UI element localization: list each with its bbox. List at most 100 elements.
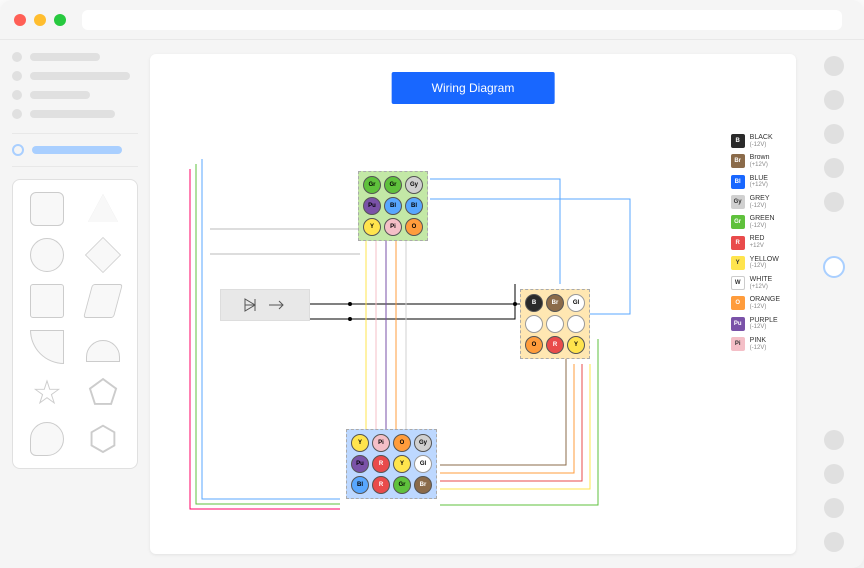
connector-pin[interactable]: Gl — [414, 455, 432, 473]
nav-item-selected[interactable] — [12, 133, 138, 167]
tool-button[interactable] — [824, 498, 844, 518]
shape-rounded-rect[interactable] — [30, 192, 64, 226]
connector-pin[interactable]: Y — [363, 218, 381, 236]
main-canvas-area: Wiring Diagram — [150, 40, 804, 568]
connector-pin[interactable]: Bl — [351, 476, 369, 494]
left-sidebar — [0, 40, 150, 568]
connector-pin[interactable]: B — [525, 294, 543, 312]
connector-pin[interactable]: Y — [351, 434, 369, 452]
content: Wiring Diagram — [0, 40, 864, 568]
diode-icon — [243, 296, 261, 314]
shape-pentagon[interactable] — [86, 376, 120, 410]
connector-pin[interactable]: R — [372, 476, 390, 494]
connector-pin[interactable]: Bl — [405, 197, 423, 215]
legend-swatch: Br — [731, 154, 745, 168]
shape-star[interactable] — [30, 376, 64, 410]
connector-pin[interactable]: Gy — [414, 434, 432, 452]
tool-button[interactable] — [824, 124, 844, 144]
connector-pin[interactable] — [525, 315, 543, 333]
nav-list — [12, 52, 138, 119]
connector-pin[interactable]: Br — [414, 476, 432, 494]
connector-pin[interactable]: Gr — [363, 176, 381, 194]
legend-row: Gy GREY(-12V) — [731, 195, 780, 209]
tool-button[interactable] — [824, 90, 844, 110]
connector-pin[interactable] — [567, 315, 585, 333]
connector-pin[interactable]: Pi — [384, 218, 402, 236]
arrow-icon — [269, 299, 287, 311]
legend-row: RRED+12V — [731, 235, 780, 249]
shape-diamond[interactable] — [85, 237, 121, 273]
connector-pin[interactable]: O — [525, 336, 543, 354]
diagram-title: Wiring Diagram — [392, 72, 555, 104]
legend-row: PuPURPLE(-12V) — [731, 317, 780, 331]
shape-parallelogram[interactable] — [83, 284, 123, 318]
shape-teardrop[interactable] — [30, 422, 64, 456]
legend-row: BBLACK(-12V) — [731, 134, 780, 148]
wiring-layer — [160, 109, 786, 544]
legend-swatch: Y — [731, 256, 745, 270]
connector-pin[interactable]: Y — [393, 455, 411, 473]
color-legend: BBLACK(-12V)BrBrown(+12V)BlBLUE(+12V)GyG… — [731, 134, 780, 357]
legend-swatch: Gy — [731, 195, 745, 209]
connector-pin[interactable]: O — [393, 434, 411, 452]
legend-label: GREEN(-12V) — [750, 215, 775, 229]
connector-pin[interactable]: O — [405, 218, 423, 236]
legend-label: GREY(-12V) — [750, 195, 770, 209]
nav-item[interactable] — [12, 52, 138, 62]
nav-label — [32, 146, 122, 154]
nav-item[interactable] — [12, 90, 138, 100]
legend-row: BrBrown(+12V) — [731, 154, 780, 168]
connector-pin[interactable]: Pi — [372, 434, 390, 452]
connector-pin[interactable]: Gl — [567, 294, 585, 312]
legend-swatch: R — [731, 236, 745, 250]
tool-button-selected[interactable] — [823, 256, 845, 278]
connector-pin[interactable]: R — [372, 455, 390, 473]
tool-button[interactable] — [824, 56, 844, 76]
connector-pin[interactable] — [546, 315, 564, 333]
titlebar — [0, 0, 864, 40]
connector-pin[interactable]: Br — [546, 294, 564, 312]
shape-palette — [12, 179, 138, 469]
shape-triangle[interactable] — [86, 192, 120, 226]
legend-row: YYELLOW(-12V) — [731, 256, 780, 270]
connector-bottom[interactable]: YPiOGyPuRYGlBlRGrBr — [346, 429, 437, 499]
tool-button[interactable] — [824, 532, 844, 552]
diagram-body: GrGrGyPuBlBlYPiO BBrGlORY YPiOGyPuRYGlBl… — [160, 109, 786, 544]
canvas[interactable]: Wiring Diagram — [150, 54, 796, 554]
nav-item[interactable] — [12, 109, 138, 119]
connector-top[interactable]: GrGrGyPuBlBlYPiO — [358, 171, 428, 241]
connector-pin[interactable]: R — [546, 336, 564, 354]
maximize-icon[interactable] — [54, 14, 66, 26]
connector-pin[interactable]: Gr — [384, 176, 402, 194]
legend-row: PiPINK(-12V) — [731, 337, 780, 351]
legend-swatch: Pu — [731, 317, 745, 331]
shape-circle[interactable] — [30, 238, 64, 272]
tool-button[interactable] — [824, 192, 844, 212]
legend-swatch: Pi — [731, 337, 745, 351]
close-icon[interactable] — [14, 14, 26, 26]
connector-pin[interactable]: Bl — [384, 197, 402, 215]
shape-rectangle[interactable] — [30, 284, 64, 318]
legend-swatch: O — [731, 296, 745, 310]
app-window: Wiring Diagram — [0, 0, 864, 568]
tool-button[interactable] — [824, 464, 844, 484]
component-diode[interactable] — [220, 289, 310, 321]
connector-pin[interactable]: Gr — [393, 476, 411, 494]
legend-swatch: B — [731, 134, 745, 148]
shape-semicircle[interactable] — [86, 340, 120, 362]
address-bar[interactable] — [82, 10, 842, 30]
connector-pin[interactable]: Gy — [405, 176, 423, 194]
tool-button[interactable] — [824, 158, 844, 178]
minimize-icon[interactable] — [34, 14, 46, 26]
connector-pin[interactable]: Pu — [363, 197, 381, 215]
legend-row: WWHITE(+12V) — [731, 276, 780, 290]
legend-swatch: Gr — [731, 215, 745, 229]
nav-item[interactable] — [12, 71, 138, 81]
tool-button[interactable] — [824, 430, 844, 450]
right-sidebar — [804, 40, 864, 568]
connector-pin[interactable]: Pu — [351, 455, 369, 473]
shape-hexagon[interactable] — [86, 422, 120, 456]
connector-pin[interactable]: Y — [567, 336, 585, 354]
shape-quarter-circle[interactable] — [30, 330, 64, 364]
connector-right[interactable]: BBrGl ORY — [520, 289, 590, 359]
